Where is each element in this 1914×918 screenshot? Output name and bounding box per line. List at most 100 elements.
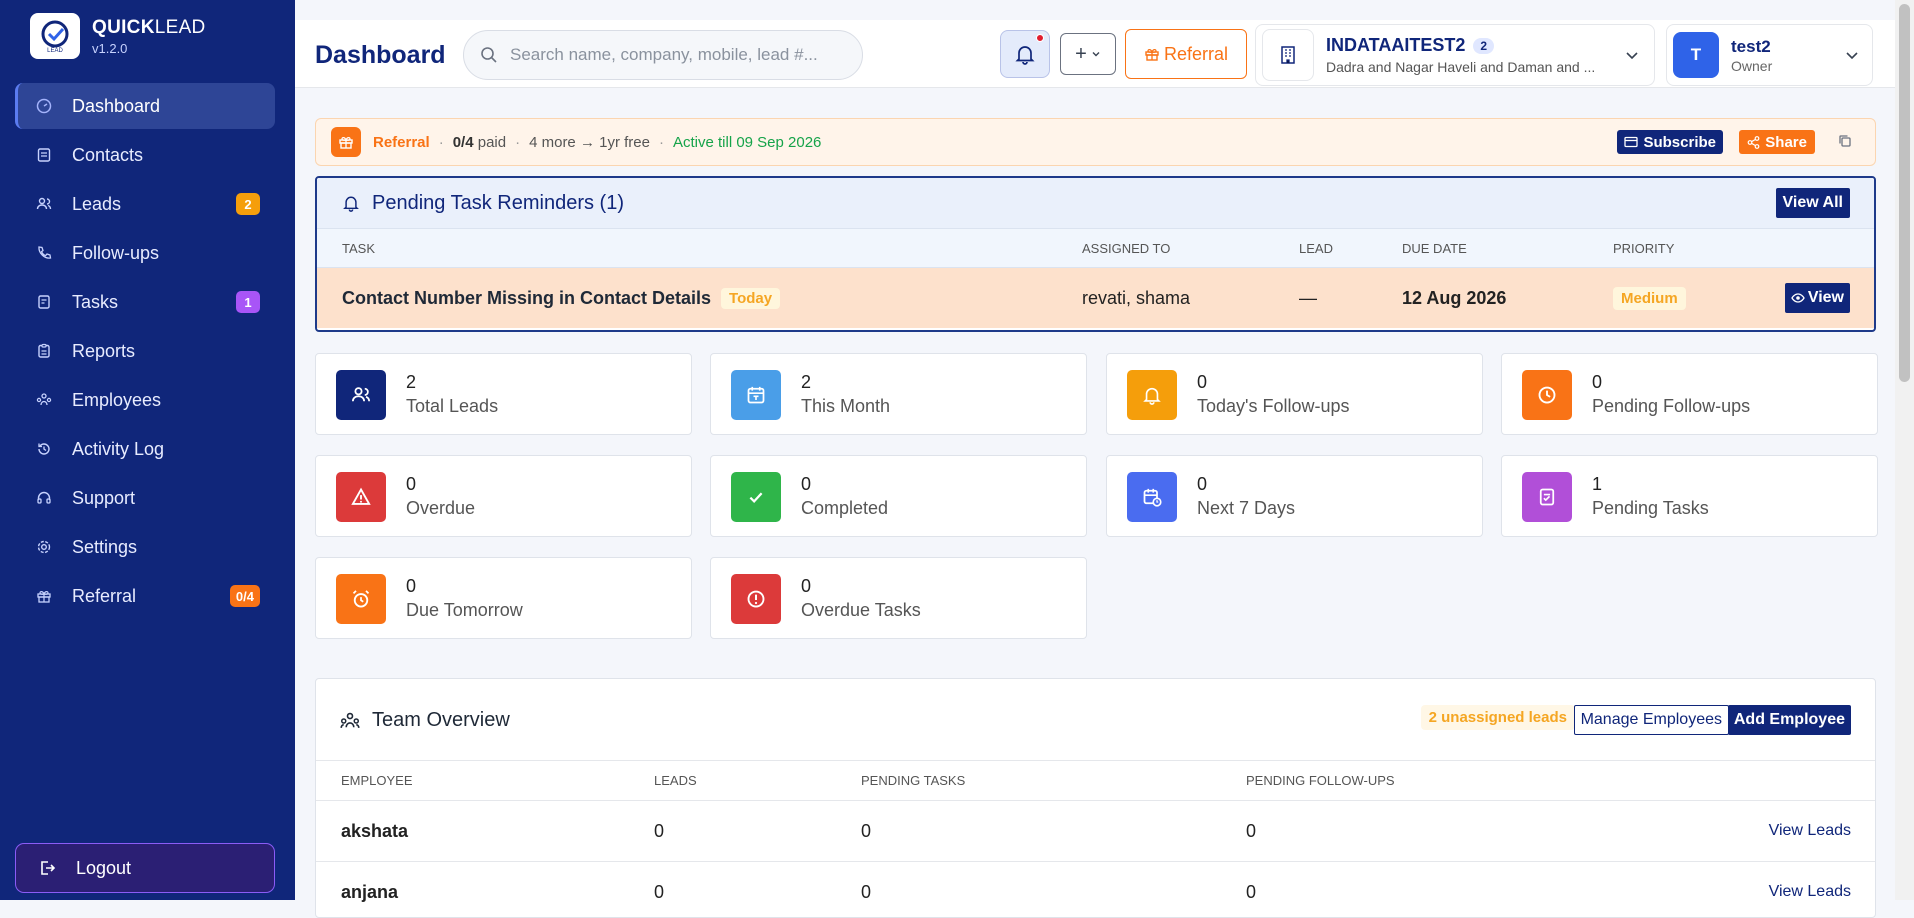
stat-card-completed[interactable]: 0 Completed bbox=[710, 455, 1087, 537]
leads-count: 0 bbox=[654, 881, 665, 902]
notifications-button[interactable] bbox=[1000, 30, 1050, 78]
sidebar-item-employees[interactable]: Employees bbox=[15, 377, 275, 423]
unassigned-leads-badge[interactable]: 2 unassigned leads bbox=[1420, 705, 1575, 730]
brand-name-bold: QUICK bbox=[92, 16, 155, 38]
stat-card-this-month[interactable]: 2 This Month bbox=[710, 353, 1087, 435]
referral-button[interactable]: Referral bbox=[1125, 29, 1247, 79]
stat-card-next-7-days[interactable]: 0 Next 7 Days bbox=[1106, 455, 1483, 537]
table-row[interactable]: Contact Number Missing in Contact Detail… bbox=[317, 268, 1874, 328]
stat-card-overdue-tasks[interactable]: 0 Overdue Tasks bbox=[710, 557, 1087, 639]
pending-followups-count: 0 bbox=[1246, 881, 1257, 902]
referral-banner: Referral · 0/4 paid · 4 more → 1yr free … bbox=[315, 118, 1876, 166]
team-overview: Team Overview 2 unassigned leads Manage … bbox=[315, 678, 1876, 918]
gear-icon bbox=[35, 538, 53, 556]
manage-employees-button[interactable]: Manage Employees bbox=[1573, 705, 1729, 735]
stat-value: 0 bbox=[801, 474, 812, 494]
task-icon bbox=[1522, 472, 1572, 522]
logout-button[interactable]: Logout bbox=[15, 843, 275, 893]
view-label: View bbox=[1807, 289, 1844, 306]
employee-name: anjana bbox=[341, 881, 399, 902]
sidebar-item-label: Tasks bbox=[72, 291, 119, 312]
stat-card-pending-tasks[interactable]: 1 Pending Tasks bbox=[1501, 455, 1878, 537]
sidebar-item-follow-ups[interactable]: Follow-ups bbox=[15, 230, 275, 276]
sidebar-item-activity-log[interactable]: Activity Log bbox=[15, 426, 275, 472]
calendar-clock-icon bbox=[1127, 472, 1177, 522]
stat-value: 2 bbox=[406, 372, 417, 392]
pending-followups-count: 0 bbox=[1246, 820, 1257, 841]
sidebar-item-settings[interactable]: Settings bbox=[15, 524, 275, 570]
stat-card-total-leads[interactable]: 2 Total Leads bbox=[315, 353, 692, 435]
stat-label: Today's Follow-ups bbox=[1197, 396, 1350, 416]
scrollbar-thumb[interactable] bbox=[1899, 4, 1910, 382]
stat-value: 0 bbox=[406, 474, 417, 494]
company-name: INDATAAITEST2 bbox=[1326, 35, 1466, 55]
stat-value: 0 bbox=[1197, 372, 1208, 392]
sidebar-item-leads[interactable]: Leads 2 bbox=[15, 181, 275, 227]
stat-card-pending-follow-ups[interactable]: 0 Pending Follow-ups bbox=[1501, 353, 1878, 435]
stat-card-todays-follow-ups[interactable]: 0 Today's Follow-ups bbox=[1106, 353, 1483, 435]
table-row: anjana 0 0 0 View Leads bbox=[316, 862, 1875, 917]
sidebar-item-dashboard[interactable]: Dashboard bbox=[15, 83, 275, 129]
view-task-button[interactable]: View bbox=[1784, 283, 1850, 313]
quick-add-button[interactable]: + bbox=[1060, 33, 1116, 75]
page-title: Dashboard bbox=[315, 41, 446, 69]
stat-card-due-tomorrow[interactable]: 0 Due Tomorrow bbox=[315, 557, 692, 639]
stat-card-overdue[interactable]: 0 Overdue bbox=[315, 455, 692, 537]
sidebar-item-label: Support bbox=[72, 487, 136, 508]
column-header: PENDING TASKS bbox=[861, 773, 966, 788]
warning-icon bbox=[336, 472, 386, 522]
referral-active: Active till 09 Sep 2026 bbox=[672, 133, 822, 151]
copy-icon[interactable] bbox=[1838, 134, 1852, 148]
user-role: Owner bbox=[1731, 57, 1773, 74]
stat-value: 0 bbox=[801, 576, 812, 596]
chevron-down-icon bbox=[1091, 49, 1101, 59]
priority-badge: Medium bbox=[1613, 286, 1686, 310]
sidebar-item-support[interactable]: Support bbox=[15, 475, 275, 521]
sidebar-item-label: Activity Log bbox=[72, 438, 165, 459]
stat-label: Overdue Tasks bbox=[801, 600, 921, 620]
search-icon bbox=[480, 46, 498, 64]
stat-label: Completed bbox=[801, 498, 889, 518]
sidebar-item-label: Reports bbox=[72, 340, 136, 361]
view-all-button[interactable]: View All bbox=[1775, 188, 1850, 218]
task-title: Contact Number Missing in Contact Detail… bbox=[342, 287, 712, 308]
user-menu[interactable]: T test2 Owner bbox=[1666, 24, 1873, 86]
column-header: EMPLOYEE bbox=[341, 773, 413, 788]
company-switcher[interactable]: INDATAAITEST2 2 Dadra and Nagar Haveli an… bbox=[1255, 24, 1655, 86]
sidebar-item-label: Employees bbox=[72, 389, 162, 410]
sidebar-item-label: Contacts bbox=[72, 144, 144, 165]
search-input[interactable] bbox=[510, 45, 840, 65]
sidebar-item-contacts[interactable]: Contacts bbox=[15, 132, 275, 178]
notification-dot bbox=[1036, 34, 1044, 42]
eye-icon bbox=[1791, 292, 1805, 304]
leads-icon bbox=[35, 195, 53, 213]
sidebar-item-label: Follow-ups bbox=[72, 242, 160, 263]
sidebar-item-tasks[interactable]: Tasks 1 bbox=[15, 279, 275, 325]
stat-label: Pending Tasks bbox=[1592, 498, 1709, 518]
add-employee-button[interactable]: Add Employee bbox=[1727, 705, 1851, 735]
column-header: LEADS bbox=[654, 773, 697, 788]
due-tag: Today bbox=[721, 287, 781, 309]
sidebar-item-referral[interactable]: Referral 0/4 bbox=[15, 573, 275, 619]
team-table-header: EMPLOYEE LEADS PENDING TASKS PENDING FOL… bbox=[316, 761, 1875, 801]
page-scrollbar[interactable] bbox=[1895, 0, 1914, 900]
brand[interactable]: LEAD QUICKLEAD v1.2.0 bbox=[30, 13, 206, 59]
bell-icon bbox=[1127, 370, 1177, 420]
history-icon bbox=[35, 440, 53, 458]
tasks-icon bbox=[35, 293, 53, 311]
stat-label: This Month bbox=[801, 396, 891, 416]
sidebar-item-reports[interactable]: Reports bbox=[15, 328, 275, 374]
phone-icon bbox=[35, 244, 53, 262]
stat-label: Pending Follow-ups bbox=[1592, 396, 1751, 416]
view-leads-link[interactable]: View Leads bbox=[1769, 801, 1851, 861]
stat-value: 1 bbox=[1592, 474, 1603, 494]
alarm-icon bbox=[336, 574, 386, 624]
svg-text:LEAD: LEAD bbox=[47, 48, 63, 54]
sidebar-item-label: Settings bbox=[72, 536, 138, 557]
subscribe-button[interactable]: Subscribe bbox=[1617, 130, 1723, 154]
search-box[interactable] bbox=[463, 30, 863, 80]
contacts-icon bbox=[35, 146, 53, 164]
view-leads-link[interactable]: View Leads bbox=[1769, 862, 1851, 917]
reminders-table-header: TASK ASSIGNED TO LEAD DUE DATE PRIORITY bbox=[317, 228, 1874, 268]
share-button[interactable]: Share bbox=[1739, 130, 1815, 154]
